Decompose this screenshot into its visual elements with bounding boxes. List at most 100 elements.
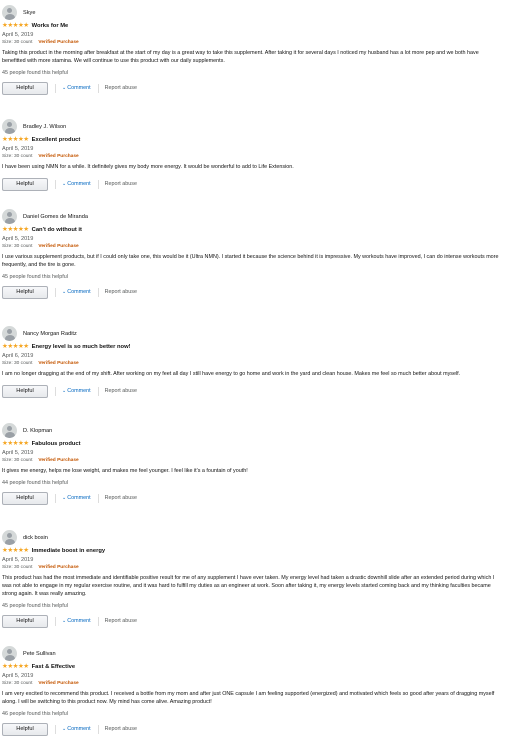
avatar-icon[interactable]: [2, 119, 17, 134]
avatar-icon[interactable]: [2, 530, 17, 545]
review-title[interactable]: Excellent product: [32, 137, 81, 143]
report-abuse-link[interactable]: Report abuse: [105, 495, 137, 501]
rating-row: ★★★★★ Energy level is so much better now…: [2, 343, 502, 351]
avatar-icon[interactable]: [2, 646, 17, 661]
verified-purchase-badge: Verified Purchase: [38, 40, 79, 45]
reviewer-name[interactable]: Pete Sullivan: [23, 651, 56, 657]
size-label: Size: 30 count: [2, 458, 33, 463]
review-header: Daniel Gomes de Miranda: [2, 209, 502, 224]
report-abuse-link[interactable]: Report abuse: [105, 388, 137, 394]
verified-purchase-badge: Verified Purchase: [38, 458, 79, 463]
review-date: April 5, 2019: [2, 450, 34, 456]
star-rating-icon[interactable]: ★★★★★: [2, 22, 29, 30]
review-meta: Size: 30 count Verified Purchase: [2, 243, 502, 251]
review-title[interactable]: Energy level is so much better now!: [32, 344, 131, 350]
review-meta: Size: 30 count Verified Purchase: [2, 360, 502, 368]
review-body: I am very excited to recommend this prod…: [2, 691, 495, 705]
verified-purchase-badge: Verified Purchase: [38, 361, 79, 366]
review-date: April 5, 2019: [2, 673, 34, 679]
size-label: Size: 30 count: [2, 681, 33, 686]
divider: [97, 179, 99, 189]
reviewer-name[interactable]: Nancy Morgan Raditz: [23, 331, 77, 337]
comment-link[interactable]: ⌄Comment: [62, 388, 91, 394]
review-header: dick bosin: [2, 530, 502, 545]
review-header: Nancy Morgan Raditz: [2, 326, 502, 341]
reviewer-name[interactable]: dick bosin: [23, 535, 48, 541]
comment-link[interactable]: ⌄Comment: [62, 85, 91, 91]
review-title[interactable]: Can't do without it: [32, 227, 82, 233]
review: Pete Sullivan ★★★★★ Fast & Effective Apr…: [2, 646, 502, 736]
star-rating-icon[interactable]: ★★★★★: [2, 343, 29, 351]
size-label: Size: 30 count: [2, 565, 33, 570]
verified-purchase-badge: Verified Purchase: [38, 565, 79, 570]
divider: [55, 287, 56, 297]
avatar-icon[interactable]: [2, 326, 17, 341]
comment-link[interactable]: ⌄Comment: [62, 618, 91, 624]
reviewer-name[interactable]: Skye: [23, 10, 35, 16]
review-body: Taking this product in the morning after…: [2, 50, 479, 64]
review: D. Klopman ★★★★★ Fabulous product April …: [2, 423, 502, 505]
comment-link[interactable]: ⌄Comment: [62, 181, 91, 187]
review-body: I use various supplement products, but i…: [2, 254, 499, 268]
report-abuse-link[interactable]: Report abuse: [105, 618, 137, 624]
report-abuse-link[interactable]: Report abuse: [105, 289, 137, 295]
review-date: April 5, 2019: [2, 236, 34, 242]
chevron-down-icon: ⌄: [62, 618, 67, 624]
review-title[interactable]: Immediate boost in energy: [32, 548, 105, 554]
star-rating-icon[interactable]: ★★★★★: [2, 663, 29, 671]
divider: [55, 616, 56, 626]
chevron-down-icon: ⌄: [62, 289, 67, 295]
helpful-button[interactable]: Helpful: [2, 285, 48, 299]
report-abuse-link[interactable]: Report abuse: [105, 726, 137, 732]
review: dick bosin ★★★★★ Immediate boost in ener…: [2, 530, 502, 628]
avatar-icon[interactable]: [2, 209, 17, 224]
rating-row: ★★★★★ Immediate boost in energy: [2, 547, 502, 555]
divider: [55, 179, 56, 189]
helpful-button[interactable]: Helpful: [2, 384, 48, 398]
review-actions: Helpful ⌄Comment Report abuse: [2, 722, 502, 736]
review-body: I have been using NMN for a while. It de…: [2, 164, 294, 170]
review-header: Bradley J. Wilson: [2, 119, 502, 134]
review-body: It gives me energy, helps me lose weight…: [2, 468, 248, 474]
avatar-icon[interactable]: [2, 423, 17, 438]
reviewer-name[interactable]: D. Klopman: [23, 428, 52, 434]
review-title[interactable]: Works for Me: [32, 23, 69, 29]
divider: [97, 386, 99, 396]
helpful-button[interactable]: Helpful: [2, 722, 48, 736]
divider: [55, 724, 56, 734]
review-actions: Helpful ⌄Comment Report abuse: [2, 177, 502, 191]
report-abuse-link[interactable]: Report abuse: [105, 181, 137, 187]
helpful-button[interactable]: Helpful: [2, 177, 48, 191]
review-meta: Size: 30 count Verified Purchase: [2, 39, 502, 47]
comment-link[interactable]: ⌄Comment: [62, 726, 91, 732]
reviewer-name[interactable]: Daniel Gomes de Miranda: [23, 214, 88, 220]
comment-link[interactable]: ⌄Comment: [62, 495, 91, 501]
review-date: April 5, 2019: [2, 146, 34, 152]
divider: [97, 83, 99, 93]
review-title[interactable]: Fast & Effective: [32, 664, 76, 670]
helpful-button[interactable]: Helpful: [2, 491, 48, 505]
helpful-count: 45 people found this helpful: [2, 70, 68, 76]
star-rating-icon[interactable]: ★★★★★: [2, 440, 29, 448]
helpful-button[interactable]: Helpful: [2, 614, 48, 628]
helpful-button[interactable]: Helpful: [2, 81, 48, 95]
divider: [55, 83, 56, 93]
star-rating-icon[interactable]: ★★★★★: [2, 226, 29, 234]
avatar-icon[interactable]: [2, 5, 17, 20]
review-body: This product has had the most immediate …: [2, 575, 495, 597]
helpful-count: 46 people found this helpful: [2, 711, 68, 717]
star-rating-icon[interactable]: ★★★★★: [2, 547, 29, 555]
chevron-down-icon: ⌄: [62, 85, 67, 91]
reviewer-name[interactable]: Bradley J. Wilson: [23, 124, 66, 130]
review-title[interactable]: Fabulous product: [32, 441, 81, 447]
size-label: Size: 30 count: [2, 154, 33, 159]
divider: [97, 493, 99, 503]
star-rating-icon[interactable]: ★★★★★: [2, 136, 29, 144]
review-date: April 5, 2019: [2, 32, 34, 38]
divider: [97, 724, 99, 734]
rating-row: ★★★★★ Fabulous product: [2, 440, 502, 448]
report-abuse-link[interactable]: Report abuse: [105, 85, 137, 91]
divider: [55, 493, 56, 503]
review-meta: Size: 30 count Verified Purchase: [2, 457, 502, 465]
comment-link[interactable]: ⌄Comment: [62, 289, 91, 295]
